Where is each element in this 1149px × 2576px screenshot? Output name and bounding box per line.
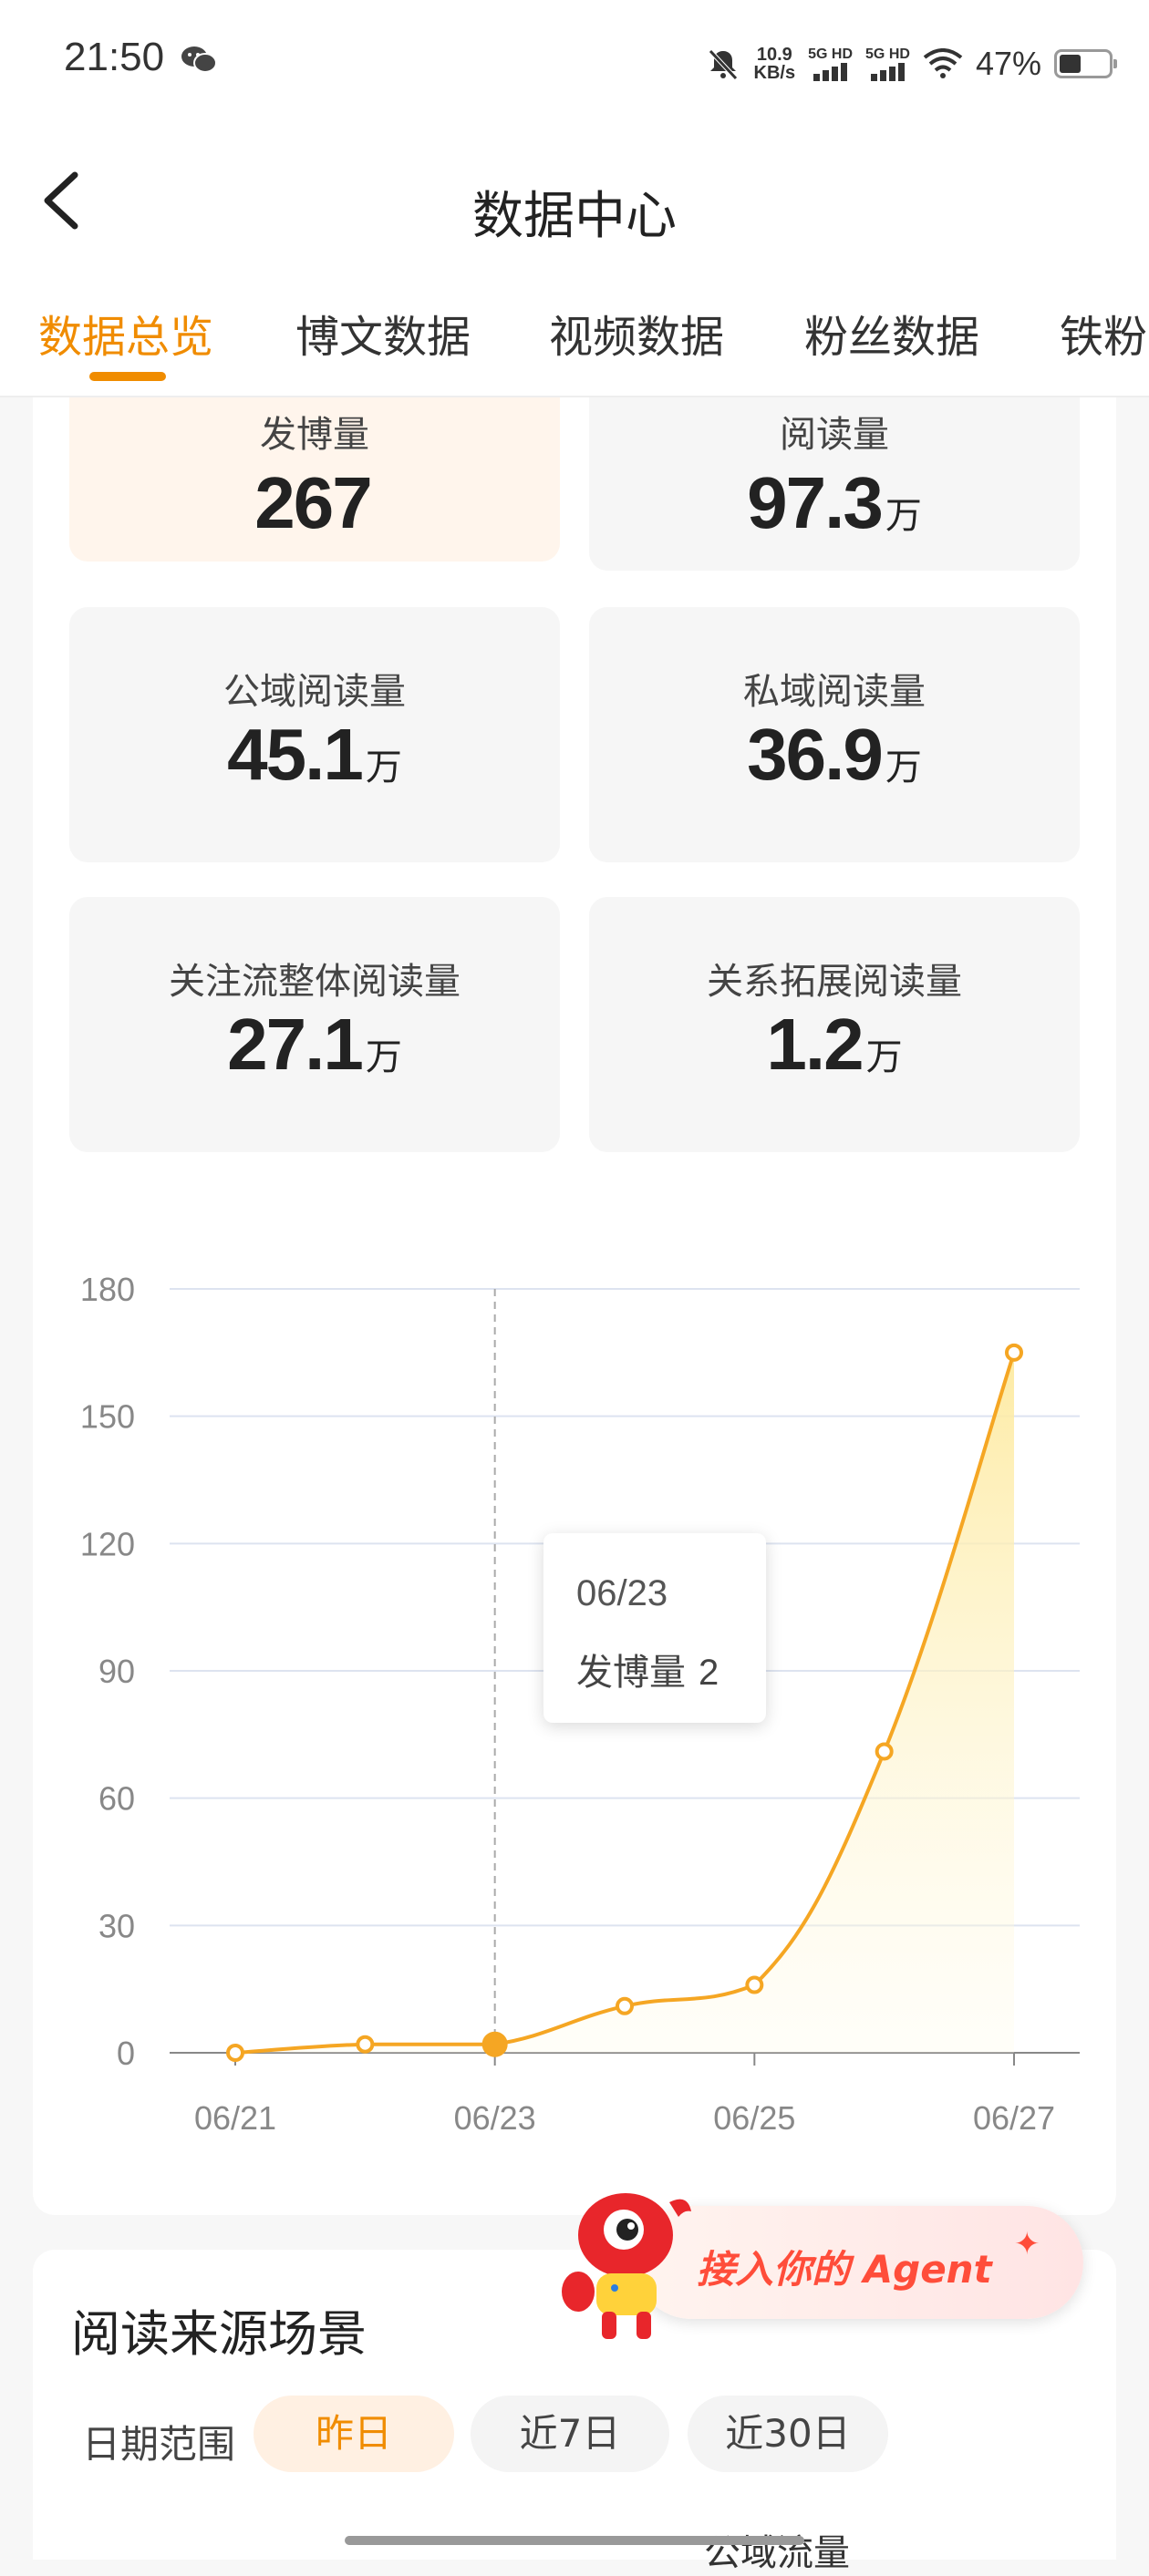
y-tick-label: 30 — [98, 1907, 135, 1944]
public-traffic-label: 公域流量 — [704, 2532, 850, 2574]
range-yesterday-button[interactable]: 昨日 — [254, 2396, 454, 2472]
y-tick-label: 150 — [80, 1398, 135, 1436]
posts-trend-chart[interactable]: 0 30 60 90 120 150 180 06/21 06/23 06/25 06/27 — [0, 0, 1149, 2224]
data-point — [356, 2035, 375, 2054]
tooltip-date: 06/23 — [576, 1573, 668, 1613]
data-point — [1005, 1343, 1023, 1362]
mascot-icon — [562, 2193, 691, 2339]
tooltip-row: 发博量 2 — [576, 1643, 719, 1695]
section-title: 阅读来源场景 — [71, 2305, 367, 2363]
range-30days-button[interactable]: 近30日 — [688, 2396, 888, 2472]
y-tick-label: 180 — [80, 1271, 135, 1308]
data-point — [481, 2031, 508, 2057]
x-tick-label: 06/27 — [973, 2099, 1055, 2137]
x-tick-label: 06/23 — [454, 2099, 536, 2137]
data-point — [616, 1996, 634, 2015]
y-tick-label: 120 — [80, 1525, 135, 1562]
tooltip-value: 2 — [699, 1653, 719, 1693]
range-7days-button[interactable]: 近7日 — [471, 2396, 669, 2472]
sparkle-icon: ✦ — [1014, 2226, 1040, 2262]
y-tick-label: 60 — [98, 1780, 135, 1818]
agent-banner[interactable]: 接入你的 Agent ✦ — [551, 2179, 1098, 2343]
chart-tooltip: 06/23 发博量 2 — [543, 1533, 766, 1723]
x-tick-label: 06/21 — [194, 2099, 276, 2137]
y-tick-label: 0 — [117, 2035, 135, 2072]
tooltip-label: 发博量 — [576, 1652, 686, 1694]
date-range-label: 日期范围 — [82, 2422, 236, 2467]
y-tick-label: 90 — [98, 1653, 135, 1690]
x-tick-label: 06/25 — [713, 2099, 795, 2137]
data-point — [226, 2044, 244, 2062]
data-point — [875, 1742, 894, 1761]
home-indicator[interactable] — [345, 2536, 804, 2545]
data-point — [745, 1975, 764, 1994]
agent-banner-label: 接入你的 Agent — [697, 2247, 992, 2292]
